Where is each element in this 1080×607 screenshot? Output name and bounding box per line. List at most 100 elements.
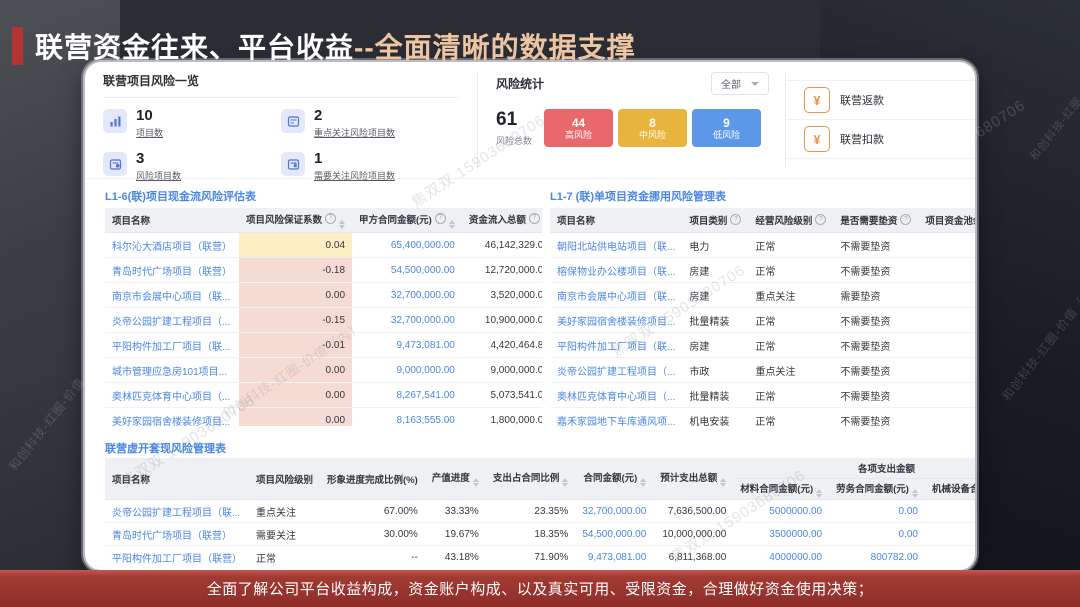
cell: 0 <box>918 233 975 258</box>
project-name-cell[interactable]: 青岛时代广场项目（联营） <box>105 523 249 546</box>
data-table: 项目名称项目风险保证系数甲方合同金额(元)资金流入总额资金流出总额科尔沁大酒店项… <box>105 208 542 426</box>
cell: 3,520,000.00 <box>462 283 542 308</box>
stat-label[interactable]: 项目数 <box>136 126 163 139</box>
cell: 3,733,500 <box>918 358 975 383</box>
column-header: 项目名称 <box>550 208 682 233</box>
info-icon[interactable] <box>730 214 741 225</box>
misuse-table-title: L1-7 (联)单项目资金挪用风险管理表 <box>550 188 726 204</box>
stat-label[interactable]: 风险项目数 <box>136 169 181 182</box>
sort-icon[interactable] <box>562 478 568 487</box>
column-header: 项目风险级别 <box>249 458 320 500</box>
cell: -0.01 <box>239 333 352 358</box>
table-row: 炎帝公园扩建工程项目（...-0.1532,700,000.0010,900,0… <box>105 308 542 333</box>
project-name-cell[interactable]: 朝阳北站供电站项目（联... <box>550 233 682 258</box>
column-header[interactable]: 合同金额(元) <box>575 458 653 500</box>
project-risk-overview-section: 联营项目风险一览 10 项目数 2 <box>85 62 477 178</box>
cell: 5,425,000 <box>918 408 975 427</box>
project-name-cell[interactable]: 美好家园宿舍楼装修项目... <box>105 408 239 427</box>
project-name-cell[interactable]: 青岛时代广场项目（联营） <box>105 258 239 283</box>
sort-icon[interactable] <box>640 478 646 487</box>
table-row: 奥林匹克体育中心项目（...0.008,267,541.005,073,541.… <box>105 383 542 408</box>
cell: 批量精装 <box>682 383 748 408</box>
sort-icon[interactable] <box>339 220 345 229</box>
cell: 不需要垫资 <box>833 258 918 283</box>
stat-value: 3 <box>136 151 181 166</box>
sort-icon[interactable] <box>816 489 822 498</box>
cell: 12,720,000.00 <box>462 258 542 283</box>
cell: 6,811,368.00 <box>653 546 733 567</box>
column-header[interactable]: 预计支出总额 <box>653 458 733 500</box>
cell: 房建 <box>682 283 748 308</box>
badge-label: 中风险 <box>639 131 666 140</box>
sort-icon[interactable] <box>473 478 479 487</box>
header-row: 项目名称项目风险级别形象进度完成比例(%)产值进度支出占合同比例合同金额(元)预… <box>105 458 975 479</box>
sort-icon[interactable] <box>449 220 455 229</box>
info-icon[interactable] <box>435 213 446 224</box>
column-header[interactable]: 产值进度 <box>425 458 486 500</box>
project-name-cell[interactable]: 科尔沁大酒店项目（联营） <box>105 233 239 258</box>
risk-filter-select[interactable]: 全部 <box>711 72 769 95</box>
cell: -0.18 <box>239 258 352 283</box>
project-name-cell[interactable]: 榕保物业办公楼项目（联... <box>550 258 682 283</box>
fake-invoice-table-title: 联营虚开套现风险管理表 <box>105 440 226 456</box>
project-name-cell[interactable]: 南京市会展中心项目（联... <box>550 283 682 308</box>
column-header[interactable]: 支出占合同比例 <box>486 458 576 500</box>
info-icon[interactable] <box>325 213 336 224</box>
sort-icon[interactable] <box>720 478 726 487</box>
table-row: 青岛时代广场项目（联营）-0.1854,500,000.0012,720,000… <box>105 258 542 283</box>
project-name-cell[interactable]: 美好家园宿舍楼装修项目... <box>550 308 682 333</box>
info-icon[interactable] <box>900 214 911 225</box>
cell: 正常 <box>748 408 833 427</box>
info-icon[interactable] <box>529 213 540 224</box>
cell: 8,267,541.00 <box>352 383 462 408</box>
cell: 不需要垫资 <box>833 358 918 383</box>
stat-value: 10 <box>136 108 163 123</box>
project-name-cell[interactable]: 奥林匹克体育中心项目（... <box>550 383 682 408</box>
stat-label[interactable]: 重点关注风险项目数 <box>314 126 395 139</box>
cell: 重点关注 <box>748 358 833 383</box>
project-name-cell[interactable]: 炎帝公园扩建工程项目（... <box>105 308 239 333</box>
column-header[interactable]: 资金流入总额 <box>462 208 542 233</box>
yuan-receipt-icon <box>804 87 830 113</box>
risk-badges: 44 高风险 8 中风险 9 低风险 <box>544 109 761 147</box>
cell: 1,030,200.00 <box>925 546 975 567</box>
column-header[interactable]: 机械设备合同金额(元) <box>925 479 975 500</box>
low-risk-badge[interactable]: 9 低风险 <box>692 109 761 147</box>
project-name-cell[interactable]: 平阳构件加工厂项目（联... <box>550 333 682 358</box>
mid-risk-badge[interactable]: 8 中风险 <box>618 109 687 147</box>
project-name-cell[interactable]: 平阳构件加工厂项目（联... <box>105 333 239 358</box>
cell: 18.35% <box>486 523 576 546</box>
cell: 3500000.00 <box>733 523 829 546</box>
project-name-cell[interactable]: 城市管理应急房101项目... <box>105 358 239 383</box>
cell: 1,096,000 <box>918 308 975 333</box>
cell: 正常 <box>748 333 833 358</box>
project-name-cell[interactable]: 平阳构件加工厂项目（联营） <box>105 546 249 567</box>
project-name-cell[interactable]: 炎帝公园扩建工程项目（... <box>550 358 682 383</box>
project-name-cell[interactable]: 奥林匹克体育中心项目（... <box>105 383 239 408</box>
info-icon[interactable] <box>815 214 826 225</box>
column-header: 项目名称 <box>105 458 249 500</box>
cell: 32,700,000.00 <box>352 283 462 308</box>
table-row: 青岛时代广场项目（联营）需要关注30.00%19.67%18.35%54,500… <box>105 523 975 546</box>
cell: 0.04 <box>239 233 352 258</box>
joint-refund-action[interactable]: 联营返款 <box>786 80 975 119</box>
column-header[interactable]: 项目风险保证系数 <box>239 208 352 233</box>
stat-label[interactable]: 需要关注风险项目数 <box>314 169 395 182</box>
column-header: 项目名称 <box>105 208 239 233</box>
column-header[interactable]: 甲方合同金额(元) <box>352 208 462 233</box>
sort-icon[interactable] <box>912 489 918 498</box>
cell: 1,800,000.00 <box>462 408 542 427</box>
project-name-cell[interactable]: 南京市会展中心项目（联... <box>105 283 239 308</box>
column-header[interactable]: 劳务合同金额(元) <box>829 479 925 500</box>
yuan-receipt-icon <box>804 126 830 152</box>
column-header[interactable]: 材料合同金额(元) <box>733 479 829 500</box>
overview-stats-grid: 10 项目数 2 重点关注风险项目数 <box>103 108 459 182</box>
high-risk-badge[interactable]: 44 高风险 <box>544 109 613 147</box>
cell: 正常 <box>748 258 833 283</box>
table-row: 南京市会展中心项目（联...房建重点关注需要垫资951,900 <box>550 283 975 308</box>
cell: 0.00 <box>829 523 925 546</box>
cell: 机电安装 <box>682 408 748 427</box>
joint-deduction-action[interactable]: 联营扣款 <box>786 119 975 159</box>
project-name-cell[interactable]: 炎帝公园扩建工程项目（联... <box>105 500 249 523</box>
project-name-cell[interactable]: 嘉禾家园地下车库通风项... <box>550 408 682 427</box>
